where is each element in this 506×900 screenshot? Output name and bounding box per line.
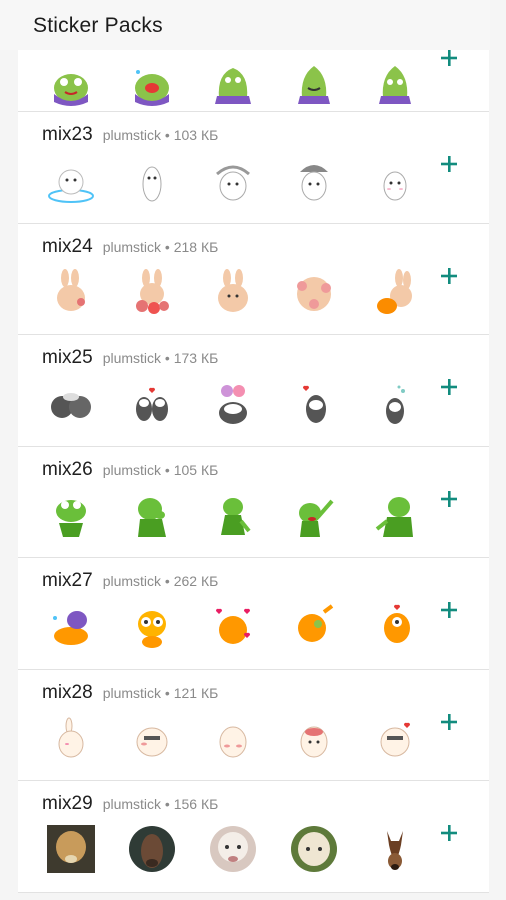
- pack-meta: plumstick • 103 КБ: [102, 127, 219, 143]
- kermit-sticker: [125, 491, 179, 539]
- add-pack-button[interactable]: [435, 485, 463, 513]
- sticker-pack-card[interactable]: mix24 plumstick • 218 КБ: [18, 223, 489, 335]
- plus-icon: [441, 825, 457, 841]
- orange-cat-sticker: [368, 602, 422, 650]
- pack-header: mix25 plumstick • 173 КБ: [42, 347, 218, 369]
- sticker-pack-card[interactable]: [18, 50, 489, 112]
- frog-sticker: [44, 58, 98, 106]
- sticker-preview-row: [44, 156, 422, 204]
- bunny-sticker: [44, 156, 98, 204]
- sticker-pack-card[interactable]: mix29 plumstick • 156 КБ: [18, 781, 489, 893]
- bunny-sticker: [125, 268, 179, 316]
- app-bar: Sticker Packs: [0, 0, 490, 50]
- bunny-sticker: [287, 156, 341, 204]
- pack-meta: plumstick • 173 КБ: [102, 350, 219, 366]
- pack-header: mix28 plumstick • 121 КБ: [42, 682, 218, 704]
- bunny-sticker: [287, 714, 341, 762]
- sticker-pack-card[interactable]: mix26 plumstick • 105 КБ: [18, 446, 489, 558]
- raccoon-sticker: [368, 379, 422, 427]
- raccoon-sticker: [125, 379, 179, 427]
- pack-meta: plumstick • 218 КБ: [102, 238, 219, 255]
- pack-name: mix24: [42, 235, 93, 257]
- pack-name: mix29: [42, 793, 93, 814]
- sticker-pack-card[interactable]: mix25 plumstick • 173 КБ: [18, 335, 489, 447]
- sticker-pack-card[interactable]: mix23 plumstick • 103 КБ: [18, 112, 489, 224]
- sticker-preview-row: [44, 268, 422, 316]
- sticker-preview-row: [44, 58, 422, 106]
- kermit-sticker: [368, 491, 422, 539]
- plus-icon: [441, 379, 457, 395]
- pack-name: mix27: [42, 570, 93, 591]
- sticker-pack-list: mix23 plumstick • 103 КБ mix24 plumstick…: [18, 50, 489, 893]
- pack-name: mix28: [42, 681, 93, 703]
- sticker-preview-row: [44, 379, 422, 427]
- add-pack-button[interactable]: [435, 150, 463, 178]
- bunny-sticker: [368, 156, 422, 204]
- sticker-pack-card[interactable]: mix28 plumstick • 121 КБ: [18, 669, 489, 781]
- pack-header: mix23 plumstick • 103 КБ: [42, 124, 218, 146]
- kermit-sticker: [44, 491, 98, 539]
- raccoon-sticker: [206, 379, 260, 427]
- sticker-preview-row: [44, 491, 422, 539]
- plus-icon: [441, 267, 457, 284]
- kermit-sticker: [206, 491, 260, 539]
- orange-cat-sticker: [125, 602, 179, 650]
- plus-icon: [441, 713, 457, 730]
- pack-header: mix26 plumstick • 105 КБ: [42, 459, 218, 481]
- pack-meta: plumstick • 121 КБ: [102, 684, 219, 701]
- plus-icon: [441, 490, 457, 507]
- add-pack-button[interactable]: [435, 708, 463, 736]
- orange-cat-sticker: [206, 602, 260, 650]
- bunny-sticker: [44, 268, 98, 316]
- add-pack-button[interactable]: [435, 373, 463, 401]
- add-pack-button[interactable]: [435, 596, 463, 624]
- alpaca-photo-sticker: [125, 825, 179, 873]
- bunny-sticker: [206, 714, 260, 762]
- sticker-pack-card[interactable]: mix27 plumstick • 262 КБ: [18, 558, 489, 670]
- sticker-preview-row: [44, 602, 422, 650]
- pack-meta: plumstick • 105 КБ: [102, 461, 219, 478]
- alpaca-photo-sticker: [44, 825, 98, 873]
- add-pack-button[interactable]: [435, 262, 463, 290]
- bunny-sticker: [368, 268, 422, 316]
- frog-sticker: [125, 58, 179, 106]
- pack-meta: plumstick • 156 КБ: [102, 796, 219, 812]
- bunny-sticker: [125, 714, 179, 762]
- pack-header: mix27 plumstick • 262 КБ: [42, 570, 218, 592]
- add-pack-button[interactable]: [435, 44, 463, 72]
- bunny-sticker: [206, 156, 260, 204]
- plus-icon: [441, 50, 457, 66]
- bunny-sticker: [368, 714, 422, 762]
- alpaca-photo-sticker: [368, 825, 422, 873]
- frog-sticker: [287, 58, 341, 106]
- raccoon-sticker: [44, 379, 98, 427]
- bunny-sticker: [125, 156, 179, 204]
- pack-name: mix25: [42, 347, 93, 368]
- alpaca-photo-sticker: [206, 825, 260, 873]
- add-pack-button[interactable]: [435, 819, 463, 847]
- pack-header: mix29 plumstick • 156 КБ: [42, 793, 218, 815]
- bunny-sticker: [206, 268, 260, 316]
- pack-name: mix26: [42, 458, 93, 480]
- plus-icon: [441, 602, 457, 618]
- pack-header: mix24 plumstick • 218 КБ: [42, 236, 218, 258]
- frog-sticker: [368, 58, 422, 106]
- frog-sticker: [206, 58, 260, 106]
- bunny-sticker: [287, 268, 341, 316]
- pack-meta: plumstick • 262 КБ: [102, 573, 219, 589]
- orange-cat-sticker: [287, 602, 341, 650]
- sticker-preview-row: [44, 825, 422, 873]
- raccoon-sticker: [287, 379, 341, 427]
- plus-icon: [441, 156, 457, 172]
- kermit-sticker: [287, 491, 341, 539]
- alpaca-photo-sticker: [287, 825, 341, 873]
- sticker-preview-row: [44, 714, 422, 762]
- pack-name: mix23: [42, 124, 93, 145]
- bunny-sticker: [44, 714, 98, 762]
- page-title: Sticker Packs: [33, 14, 163, 37]
- orange-cat-sticker: [44, 602, 98, 650]
